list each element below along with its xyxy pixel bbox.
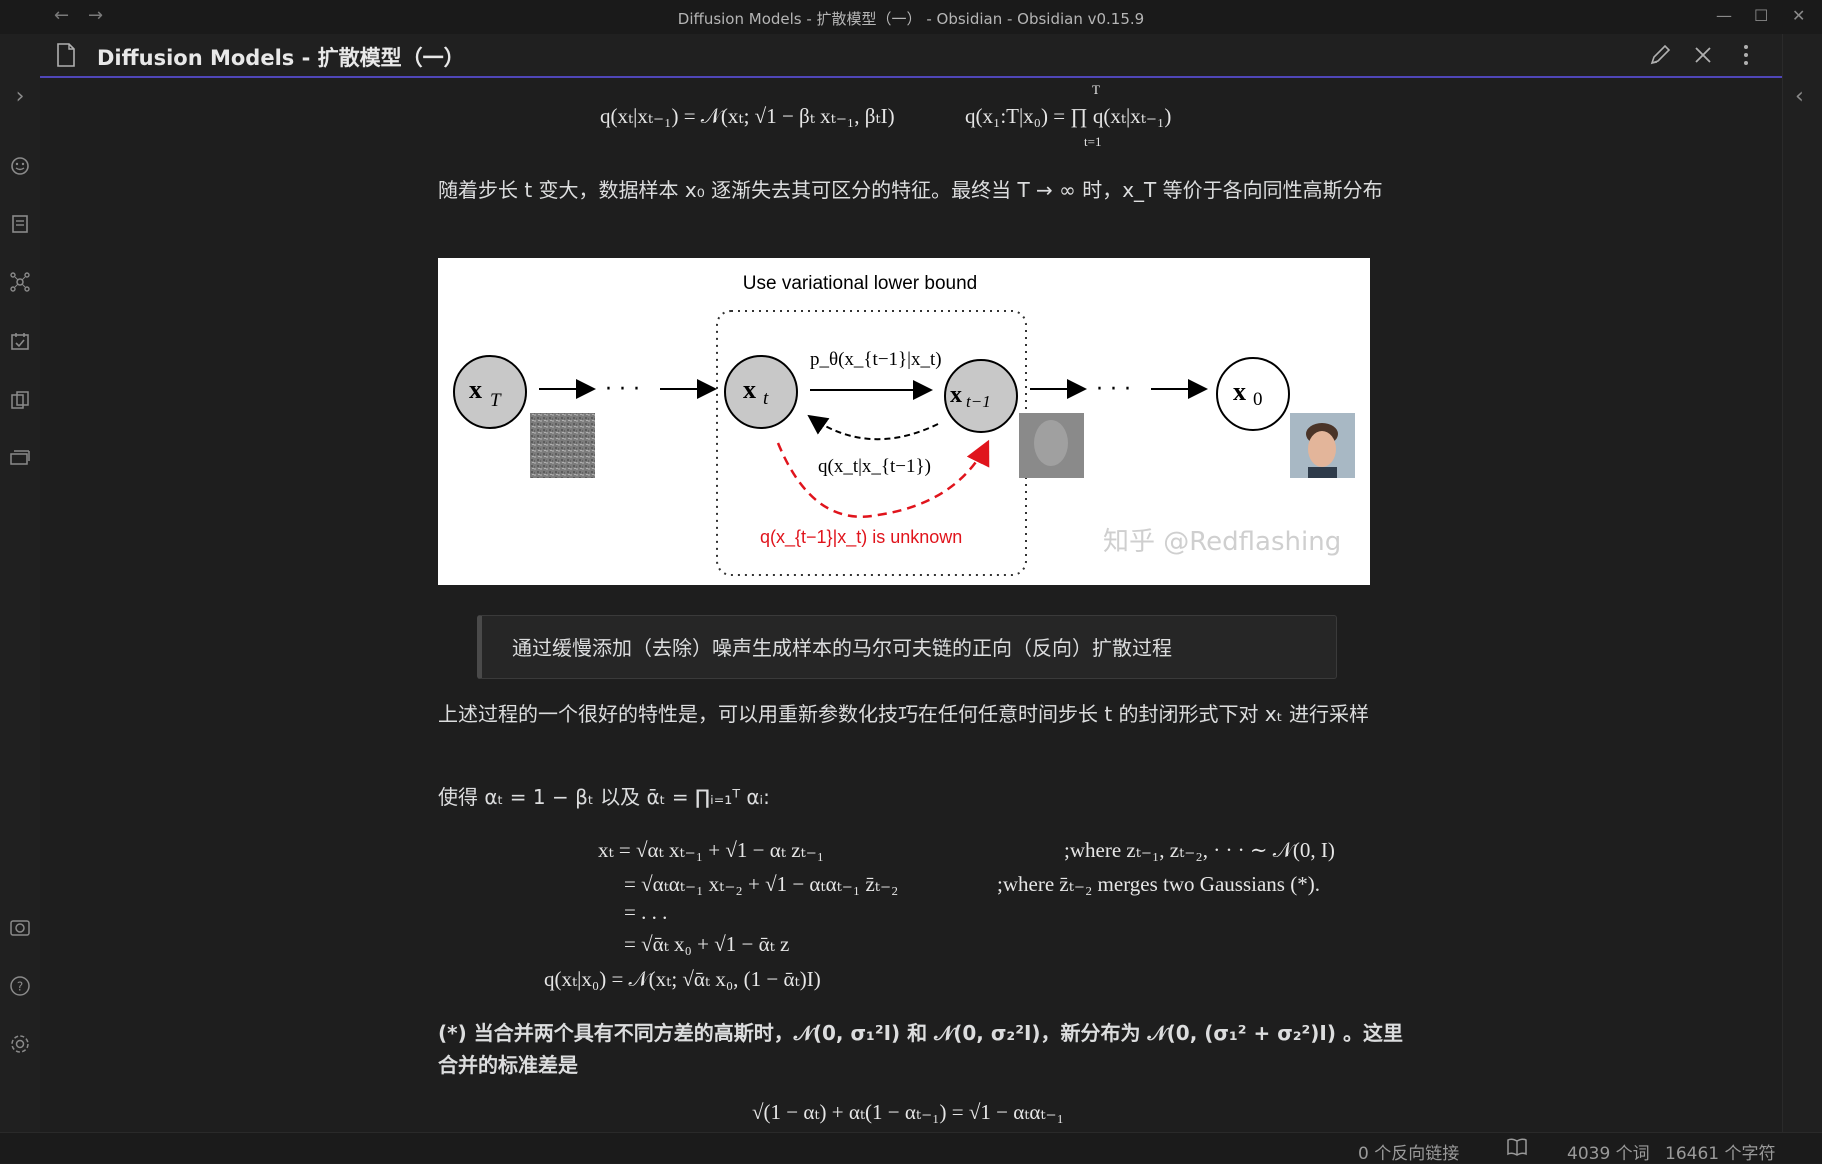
eq-line-2: = √αₜαₜ₋₁ xₜ₋₂ + √1 − αₜαₜ₋₁ z̄ₜ₋₂ (624, 872, 899, 896)
word-count: 4039 个词 (1567, 1144, 1650, 1164)
joint-formula: q(x₁:T|x₀) = ∏ q(xₜ|xₜ₋₁) (965, 104, 1172, 128)
noise-image-icon (530, 413, 595, 478)
figure-title: Use variational lower bound (743, 273, 977, 294)
note-header: Diffusion Models - 扩散模型（一） (40, 34, 1782, 78)
node-xt-sub: t (763, 388, 769, 409)
p-theta-label: p_θ(x_{t−1}|x_t) (810, 349, 942, 370)
slides-icon[interactable] (8, 446, 32, 470)
eq-line-5: q(xₜ|x₀) = 𝒩(xₜ; √ᾱₜ x₀, (1 − ᾱₜ)I) (544, 967, 821, 991)
node-xT-label: x (469, 375, 482, 404)
status-bar: 0 个反向链接 4039 个词 16461 个字符 (0, 1132, 1822, 1164)
file-explorer-icon[interactable] (8, 212, 32, 236)
daily-note-icon[interactable] (8, 329, 32, 353)
collapse-right-sidebar-button[interactable]: ‹ (1795, 84, 1804, 109)
close-icon[interactable] (1690, 42, 1716, 68)
face-shirt-shape (1308, 467, 1337, 478)
switcher-icon[interactable] (8, 154, 32, 178)
document-icon (56, 43, 76, 71)
title-bar: ← → Diffusion Models - 扩散模型（一） - Obsidia… (0, 0, 1822, 34)
templates-icon[interactable] (8, 388, 32, 412)
eq-note-2: ;where z̄ₜ₋₂ merges two Gaussians (*). (997, 872, 1320, 896)
forward-process-formula: q(xₜ|xₜ₋₁) = 𝒩(xₜ; √1 − βₜ xₜ₋₁, βₜI) (600, 104, 895, 128)
svg-text:?: ? (17, 980, 23, 994)
character-count: 16461 个字符 (1665, 1144, 1776, 1164)
expand-sidebar-button[interactable]: › (8, 84, 32, 109)
arrow-forward-q (807, 414, 939, 441)
note-title: Diffusion Models - 扩散模型（一） (97, 46, 465, 70)
node-xt (724, 355, 798, 429)
q-label: q(x_t|x_{t−1}) (818, 456, 931, 477)
eq-line-4: = √ᾱₜ x₀ + √1 − ᾱₜ z (624, 932, 790, 956)
face-skin-shape (1308, 431, 1336, 467)
left-ribbon: › ? (0, 34, 41, 1134)
paragraph-merge-note: (*) 当合并两个具有不同方差的高斯时，𝒩(0, σ₁²I) 和 𝒩(0, σ₂… (438, 1021, 1403, 1077)
settings-icon[interactable] (8, 1032, 32, 1056)
blockquote-text: 通过缓慢添加（去除）噪声生成样本的马尔可夫链的正向（反向）扩散过程 (512, 636, 1172, 660)
maximize-button[interactable]: ☐ (1754, 6, 1768, 25)
paragraph-step-growth: 随着步长 t 变大，数据样本 x₀ 逐渐失去其可区分的特征。最终当 T → ∞ … (438, 178, 1383, 202)
window-title: Diffusion Models - 扩散模型（一） - Obsidian - … (677, 10, 1145, 28)
diffusion-diagram: Use variational lower bound x T · · · x … (438, 258, 1370, 585)
dots-right: · · · (1096, 377, 1131, 402)
minimize-button[interactable]: — (1716, 6, 1732, 25)
node-xt-label: x (743, 375, 756, 404)
dots-left: · · · (605, 377, 640, 402)
blockquote: 通过缓慢添加（去除）噪声生成样本的马尔可夫链的正向（反向）扩散过程 (477, 615, 1337, 679)
close-window-button[interactable]: ✕ (1792, 6, 1805, 25)
eq-line-3: = . . . (624, 900, 668, 924)
blurred-face-shape (1034, 420, 1068, 466)
note-content[interactable]: q(xₜ|xₜ₋₁) = 𝒩(xₜ; √1 − βₜ xₜ₋₁, βₜI) q(… (40, 78, 1782, 1132)
product-lower-limit: t=1 (1084, 134, 1102, 149)
node-xt1-sub: t−1 (966, 392, 991, 411)
vault-icon[interactable] (8, 916, 32, 940)
backlinks-count[interactable]: 0 个反向链接 (1358, 1139, 1459, 1164)
help-icon[interactable]: ? (8, 974, 32, 998)
eq-line-1: xₜ = √αₜ xₜ₋₁ + √1 − αₜ zₜ₋₁ (598, 838, 825, 862)
node-xt1-label: x (950, 382, 962, 408)
node-x0-sub: 0 (1253, 389, 1263, 410)
node-xT-sub: T (490, 390, 502, 411)
watermark: 知乎 @Redflashing (1103, 527, 1341, 557)
right-sidebar-strip: ‹ (1782, 34, 1822, 1134)
more-options-icon[interactable] (1733, 42, 1759, 68)
edit-icon[interactable] (1647, 42, 1673, 68)
red-unknown-arrow (776, 439, 990, 518)
paragraph-alpha-def: 使得 αₜ = 1 − βₜ 以及 ᾱₜ = ∏ᵢ₌₁ᵀ αᵢ: (438, 785, 770, 809)
bottom-formula: √(1 − αₜ) + αₜ(1 − αₜ₋₁) = √1 − αₜαₜ₋₁ (752, 1100, 1064, 1124)
node-x0-label: x (1233, 377, 1246, 406)
graph-view-icon[interactable] (8, 270, 32, 294)
unknown-label: q(x_{t−1}|x_t) is unknown (760, 527, 962, 548)
eq-note-1: ;where zₜ₋₁, zₜ₋₂, · · · ∼ 𝒩(0, I) (1064, 838, 1335, 862)
paragraph-reparam: 上述过程的一个很好的特性是，可以用重新参数化技巧在任何任意时间步长 t 的封闭形… (438, 702, 1370, 726)
reading-mode-icon[interactable] (1506, 1137, 1528, 1162)
product-upper-limit: T (1092, 82, 1100, 97)
